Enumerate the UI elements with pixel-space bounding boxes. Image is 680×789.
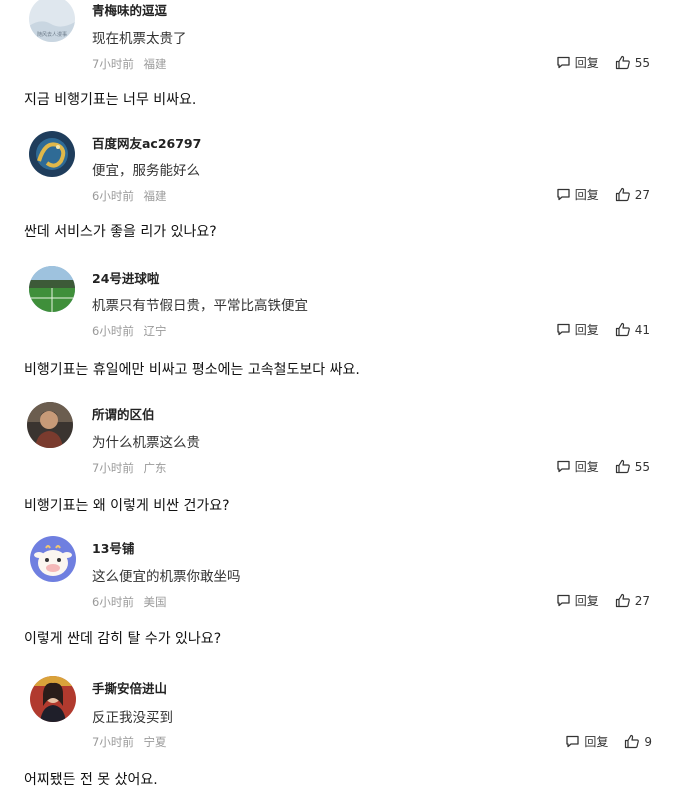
comment-location: 宁夏 xyxy=(143,735,167,749)
comment-meta: 7小时前 福建 xyxy=(92,56,166,72)
like-button[interactable]: 9 xyxy=(624,734,652,749)
comment-text: 机票只有节假日贵，平常比高铁便宜 xyxy=(92,298,308,314)
comment-actions: 回复 9 xyxy=(565,733,652,750)
comment-actions: 回复 55 xyxy=(556,54,650,71)
svg-text:随风去人漫事: 随风去人漫事 xyxy=(37,31,67,38)
comment-text: 便宜，服务能好么 xyxy=(92,163,200,179)
comment-time: 7小时前 xyxy=(92,735,134,749)
comment-location: 辽宁 xyxy=(143,324,167,338)
comment-time: 7小时前 xyxy=(92,57,134,71)
comment-text: 为什么机票这么贵 xyxy=(92,435,200,451)
reply-icon xyxy=(557,594,570,607)
reply-icon xyxy=(557,188,570,201)
translation-text: 싼데 서비스가 좋을 리가 있나요? xyxy=(24,224,217,240)
person-avatar-icon[interactable] xyxy=(27,402,73,448)
comment-meta: 7小时前 广东 xyxy=(92,460,166,476)
dragon-avatar-icon[interactable] xyxy=(29,131,75,177)
like-count: 55 xyxy=(634,459,650,474)
reply-icon xyxy=(557,56,570,69)
thumbs-up-icon xyxy=(615,322,630,337)
reply-button[interactable]: 回复 xyxy=(556,186,599,203)
comment-meta: 7小时前 宁夏 xyxy=(92,734,166,750)
reply-icon xyxy=(557,460,570,473)
comment-text: 现在机票太贵了 xyxy=(92,31,187,47)
comment-location: 福建 xyxy=(143,189,167,203)
reply-button[interactable]: 回复 xyxy=(565,733,608,750)
translation-text: 어찌됐든 전 못 샀어요. xyxy=(24,772,158,788)
like-count: 27 xyxy=(634,593,650,608)
thumbs-up-icon xyxy=(615,593,630,608)
like-count: 9 xyxy=(644,734,652,749)
username[interactable]: 青梅味的逗逗 xyxy=(92,0,167,19)
comment-time: 6小时前 xyxy=(92,189,134,203)
username[interactable]: 手撕安倍进山 xyxy=(92,678,167,697)
comment-location: 福建 xyxy=(143,57,167,71)
reply-icon xyxy=(557,323,570,336)
like-button[interactable]: 27 xyxy=(615,593,650,608)
stadium-avatar-icon[interactable] xyxy=(29,266,75,312)
translation-text: 비행기표는 왜 이렇게 비싼 건가요? xyxy=(24,498,230,514)
like-count: 41 xyxy=(634,322,650,337)
like-button[interactable]: 41 xyxy=(615,322,650,337)
reply-label: 回复 xyxy=(574,460,599,474)
reply-button[interactable]: 回复 xyxy=(556,321,599,338)
comment-actions: 回复 27 xyxy=(556,186,650,203)
comment-actions: 回复 41 xyxy=(556,321,650,338)
comment-meta: 6小时前 辽宁 xyxy=(92,323,166,339)
thumbs-up-icon xyxy=(615,55,630,70)
comment-time: 6小时前 xyxy=(92,595,134,609)
comment-actions: 回复 55 xyxy=(556,458,650,475)
comment-location: 广东 xyxy=(143,461,167,475)
reply-button[interactable]: 回复 xyxy=(556,458,599,475)
reply-label: 回复 xyxy=(574,323,599,337)
like-button[interactable]: 55 xyxy=(615,55,650,70)
thumbs-up-icon xyxy=(615,459,630,474)
username[interactable]: 所谓的区伯 xyxy=(92,404,155,423)
translation-text: 이렇게 싼데 감히 탈 수가 있나요? xyxy=(24,631,222,647)
comment-text: 这么便宜的机票你敢坐吗 xyxy=(92,569,241,585)
comment-meta: 6小时前 福建 xyxy=(92,188,166,204)
translation-text: 지금 비행기표는 너무 비싸요. xyxy=(24,92,197,108)
reply-button[interactable]: 回复 xyxy=(556,592,599,609)
comment-time: 7小时前 xyxy=(92,461,134,475)
reply-label: 回复 xyxy=(584,735,609,749)
comment-actions: 回复 27 xyxy=(556,592,650,609)
reply-icon xyxy=(566,735,579,748)
username[interactable]: 百度网友ac26797 xyxy=(92,133,201,152)
like-button[interactable]: 27 xyxy=(615,187,650,202)
like-count: 55 xyxy=(634,55,650,70)
translation-text: 비행기표는 휴일에만 비싸고 평소에는 고속철도보다 싸요. xyxy=(24,362,360,378)
thumbs-up-icon xyxy=(615,187,630,202)
thumbs-up-icon xyxy=(625,734,640,749)
username[interactable]: 13号铺 xyxy=(92,538,134,557)
like-count: 27 xyxy=(634,187,650,202)
landscape-avatar-icon[interactable]: 随风去人漫事 xyxy=(29,0,75,42)
reply-label: 回复 xyxy=(574,56,599,70)
reply-label: 回复 xyxy=(574,594,599,608)
reply-label: 回复 xyxy=(574,188,599,202)
comment-meta: 6小时前 美国 xyxy=(92,594,166,610)
comment-text: 反正我没买到 xyxy=(92,710,173,726)
woman-avatar-icon[interactable] xyxy=(30,676,76,722)
reply-button[interactable]: 回复 xyxy=(556,54,599,71)
comment-location: 美国 xyxy=(143,595,167,609)
comment-time: 6小时前 xyxy=(92,324,134,338)
username[interactable]: 24号进球啦 xyxy=(92,268,159,287)
like-button[interactable]: 55 xyxy=(615,459,650,474)
cartoon-cow-avatar-icon[interactable] xyxy=(30,536,76,582)
